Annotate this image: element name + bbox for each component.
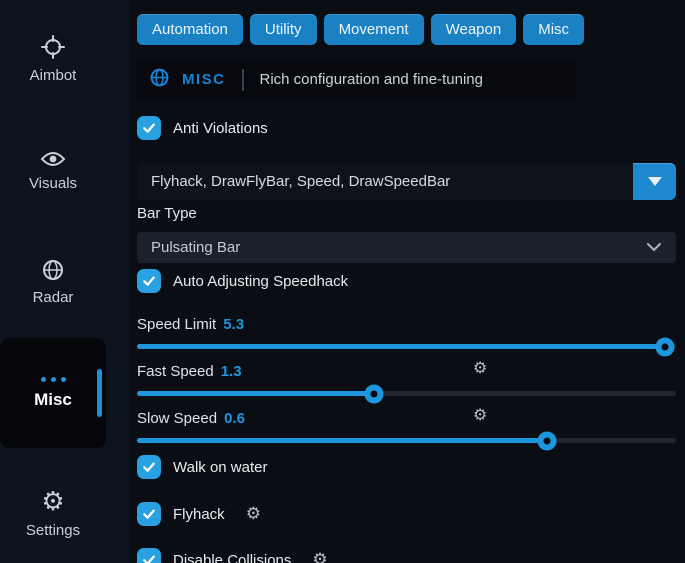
chevron-down-icon [646,239,662,257]
speed-limit-slider[interactable] [137,344,676,349]
bar-type-label: Bar Type [137,205,676,223]
gear-icon[interactable]: ⚙ [473,360,487,376]
section-header: MISC Rich configuration and fine-tuning [137,60,577,99]
toggle-label: Auto Adjusting Speedhack [173,273,348,290]
fast-speed-slider[interactable] [137,391,676,396]
toggle-label: Flyhack [173,506,225,523]
gear-icon[interactable]: ⚙ [312,552,327,563]
sidebar-item-label: Aimbot [30,67,77,84]
main-panel: Automation Utility Movement Weapon Misc … [130,0,685,563]
sidebar-item-settings[interactable]: ⚙ Settings [0,489,106,539]
section-subtitle: Rich configuration and fine-tuning [260,71,483,88]
tab-utility[interactable]: Utility [250,14,317,45]
gear-icon[interactable]: ⚙ [473,407,487,423]
sidebar-item-misc-selected[interactable]: Misc [0,338,106,448]
sidebar-item-label: Visuals [29,175,77,192]
slow-speed-group: Slow Speed 0.6 ⚙ [137,408,676,443]
eye-icon [40,150,66,168]
toggle-anti-violations[interactable]: Anti Violations [137,116,676,140]
sidebar-item-visuals[interactable]: Visuals [0,150,106,192]
toggle-flyhack[interactable]: Flyhack ⚙ [137,502,676,526]
category-tabs: Automation Utility Movement Weapon Misc [137,14,676,45]
sidebar-item-aimbot[interactable]: Aimbot [0,34,106,84]
bar-flags-combobox[interactable]: Flyhack, DrawFlyBar, Speed, DrawSpeedBar [137,163,676,200]
slider-fill [137,438,547,443]
globe-icon [41,258,65,282]
toggle-label: Anti Violations [173,120,268,137]
select-value: Pulsating Bar [151,239,646,256]
slider-label: Speed Limit [137,316,216,333]
slider-thumb[interactable] [656,337,675,356]
checkbox-checked-icon[interactable] [137,548,161,563]
sidebar: Aimbot Visuals Radar Mi [0,0,130,563]
sidebar-item-label: Misc [34,390,72,410]
cheat-menu-window: Aimbot Visuals Radar Mi [0,0,685,563]
speed-limit-group: Speed Limit 5.3 [137,314,676,349]
slider-fill [137,391,374,396]
toggle-disable-collisions[interactable]: Disable Collisions ⚙ [137,548,676,563]
header-divider [242,69,244,91]
slider-label-row: Fast Speed 1.3 ⚙ [137,361,676,381]
triangle-down-icon [648,177,662,186]
slider-value: 5.3 [223,316,244,333]
tab-movement[interactable]: Movement [324,14,424,45]
slow-speed-slider[interactable] [137,438,676,443]
gear-icon[interactable]: ⚙ [246,506,261,523]
bar-type-select[interactable]: Pulsating Bar [137,232,676,263]
sidebar-item-label: Settings [26,522,80,539]
toggle-label: Disable Collisions [173,552,291,563]
slider-value: 0.6 [224,410,245,427]
crosshair-icon [40,34,66,60]
gear-icon: ⚙ [41,489,64,515]
checkbox-checked-icon[interactable] [137,116,161,140]
toggle-label: Walk on water [173,459,267,476]
tab-automation[interactable]: Automation [137,14,243,45]
slider-fill [137,344,665,349]
fast-speed-group: Fast Speed 1.3 ⚙ [137,361,676,396]
section-title: MISC [182,71,226,88]
checkbox-checked-icon[interactable] [137,455,161,479]
slider-thumb[interactable] [537,431,556,450]
slider-label-row: Slow Speed 0.6 ⚙ [137,408,676,428]
ellipsis-icon [41,377,66,382]
slider-label: Slow Speed [137,410,217,427]
toggle-auto-adjusting-speedhack[interactable]: Auto Adjusting Speedhack [137,269,676,293]
tab-misc[interactable]: Misc [523,14,584,45]
slider-thumb[interactable] [365,384,384,403]
globe-icon [149,67,170,93]
combobox-dropdown-button[interactable] [633,163,676,200]
checkbox-checked-icon[interactable] [137,269,161,293]
slider-value: 1.3 [221,363,242,380]
toggle-walk-on-water[interactable]: Walk on water [137,455,676,479]
selected-accent-bar [97,369,102,417]
combobox-value: Flyhack, DrawFlyBar, Speed, DrawSpeedBar [137,173,633,190]
slider-label-row: Speed Limit 5.3 [137,314,676,334]
slider-label: Fast Speed [137,363,214,380]
checkbox-checked-icon[interactable] [137,502,161,526]
sidebar-item-label: Radar [33,289,74,306]
sidebar-item-radar[interactable]: Radar [0,258,106,306]
tab-weapon[interactable]: Weapon [431,14,517,45]
